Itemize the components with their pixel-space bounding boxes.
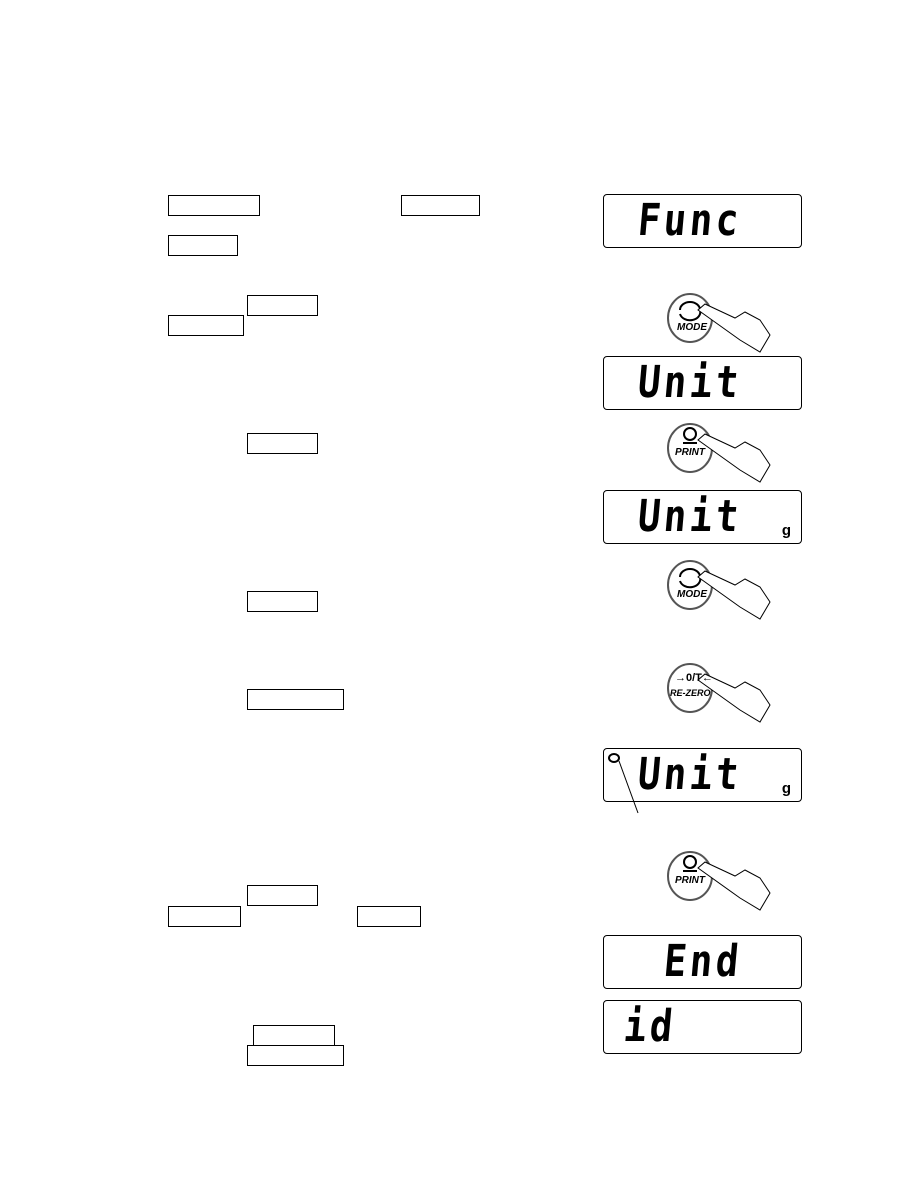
key-label-box xyxy=(168,235,238,256)
mode-label: MODE xyxy=(677,322,707,333)
display-text: Unit xyxy=(635,491,744,542)
display-text: Func xyxy=(635,195,744,246)
lcd-display: Func xyxy=(603,194,802,248)
print-button-illustration: PRINT xyxy=(665,420,795,490)
mode-label: MODE xyxy=(677,589,707,600)
print-label: PRINT xyxy=(675,447,705,458)
print-button-illustration: PRINT xyxy=(665,848,795,918)
key-label-box xyxy=(357,906,421,927)
rezero-label: RE-ZERO xyxy=(670,688,711,698)
display-text: Unit xyxy=(635,749,744,800)
display-text: Unit xyxy=(635,357,744,408)
lcd-display: Unit g xyxy=(603,490,802,544)
key-label-box xyxy=(168,315,244,336)
mode-button-illustration: MODE xyxy=(665,557,795,627)
key-label-box xyxy=(247,295,318,316)
lcd-display: Unit xyxy=(603,356,802,410)
key-label-box xyxy=(247,885,318,906)
display-text: End xyxy=(661,936,745,987)
key-label-box xyxy=(253,1025,335,1046)
manual-page: Func Unit Unit g Unit g End id MODE PRINT … xyxy=(0,0,918,1188)
key-label-box xyxy=(247,433,318,454)
lcd-display: End xyxy=(603,935,802,989)
lcd-display: id xyxy=(603,1000,802,1054)
rezero-symbol: →0/T← xyxy=(675,672,713,684)
key-label-box xyxy=(168,195,260,216)
display-text: id xyxy=(621,1001,679,1052)
print-label: PRINT xyxy=(675,875,705,886)
display-unit: g xyxy=(781,522,791,539)
display-unit: g xyxy=(781,780,791,797)
key-label-box xyxy=(247,591,318,612)
key-label-box xyxy=(247,689,344,710)
key-label-box xyxy=(168,906,241,927)
key-label-box xyxy=(401,195,480,216)
indicator-line xyxy=(618,760,639,814)
mode-button-illustration: MODE xyxy=(665,290,795,360)
key-label-box xyxy=(247,1045,344,1066)
rezero-button-illustration: →0/T← RE-ZERO xyxy=(665,660,795,730)
